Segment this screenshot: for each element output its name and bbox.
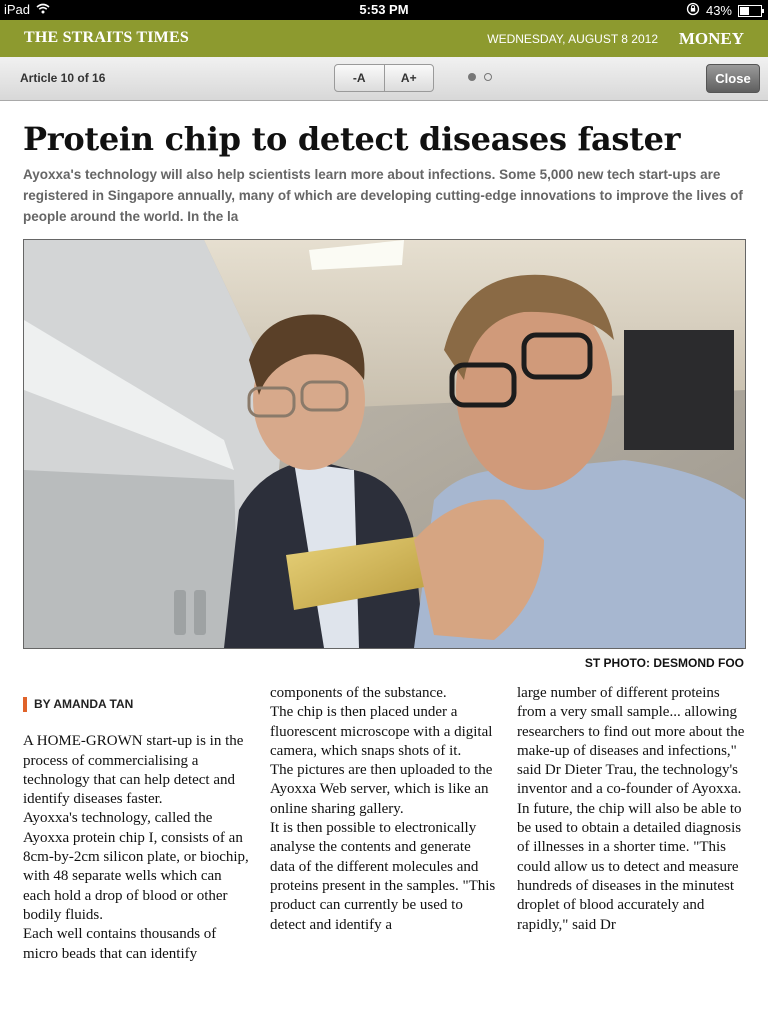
close-button[interactable]: Close [706,64,760,93]
byline-author: BY AMANDA TAN [34,697,134,711]
decrease-font-button[interactable]: -A [335,65,384,91]
byline: BY AMANDA TAN [23,695,251,714]
article-column-2: components of the substance. The chip is… [270,684,498,935]
paragraph: Ayoxxa's technology, called the Ayoxxa p… [23,810,249,923]
photo-credit: ST PHOTO: DESMOND FOO [584,656,744,670]
article-photo[interactable] [23,239,746,649]
page-indicator[interactable] [468,73,492,81]
paragraph: Each well contains thousands of micro be… [23,926,217,962]
increase-font-button[interactable]: A+ [383,65,434,91]
paragraph: The pictures are then uploaded to the Ay… [270,762,493,817]
publication-logo: THE STRAITS TIMES [24,29,189,46]
battery-icon [738,4,764,17]
status-bar: iPad 5:53 PM 43% [0,0,768,20]
article-standfirst: Ayoxxa's technology will also help scien… [23,167,743,224]
paragraph: The chip is then placed under a fluoresc… [270,704,493,759]
page-dot[interactable] [484,73,492,81]
article-column-3: large number of different proteins from … [517,684,745,935]
rotation-lock-icon [686,2,700,19]
paragraph: components of the substance. [270,685,447,701]
article-column-1: BY AMANDA TAN A HOME-GROWN start-up is i… [23,684,251,964]
paragraph: A HOME-GROWN start-up is in the process … [23,733,244,808]
section-name: MONEY [678,29,744,48]
issue-date: WEDNESDAY, AUGUST 8 2012 [487,32,658,46]
byline-accent-bar [23,697,27,713]
paragraph: large number of different proteins from … [517,685,745,798]
clock: 5:53 PM [359,2,409,17]
font-size-control: -A A+ [334,64,434,92]
battery-percent: 43% [705,3,732,18]
paragraph: It is then possible to electronically an… [270,820,496,933]
page-dot[interactable] [468,73,476,81]
article-headline: Protein chip to detect diseases faster [23,120,681,158]
reader-toolbar: Article 10 of 16 -A A+ Close [0,57,768,101]
article-counter: Article 10 of 16 [20,71,106,85]
paragraph: In future, the chip will also be able to… [517,800,742,933]
masthead: THE STRAITS TIMES WEDNESDAY, AUGUST 8 20… [0,20,768,57]
